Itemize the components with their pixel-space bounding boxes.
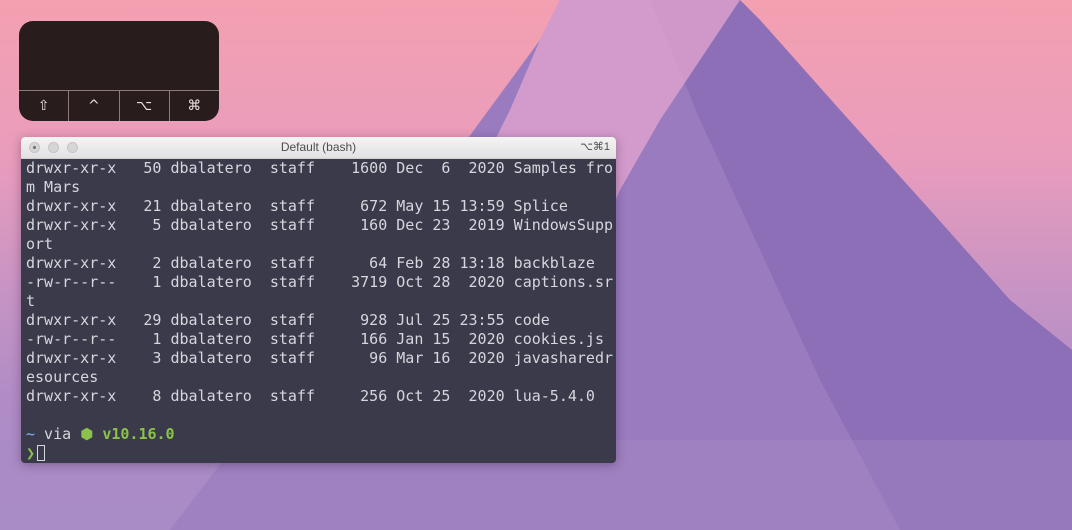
output-line: drwxr-xr-x 5 dbalatero staff 160 Dec 23 … xyxy=(26,216,613,234)
output-line: esources xyxy=(26,368,99,386)
nodejs-icon: ⬢ xyxy=(80,425,94,443)
terminal-window[interactable]: Default (bash) ⌥⌘1 drwxr-xr-x 50 dbalate… xyxy=(21,137,616,463)
prompt-directory: ~ xyxy=(26,425,36,443)
prompt-arrow-icon: ❯ xyxy=(26,444,36,462)
output-line: drwxr-xr-x 50 dbalatero staff 1600 Dec 6… xyxy=(26,159,613,177)
output-line: drwxr-xr-x 2 dbalatero staff 64 Feb 28 1… xyxy=(26,254,595,272)
keystroke-overlay: ⇧ ^ ⌥ ⌘ xyxy=(19,21,219,121)
shift-key-icon: ⇧ xyxy=(19,91,70,121)
output-line: m Mars xyxy=(26,178,81,196)
window-title: Default (bash) xyxy=(280,140,357,154)
prompt-via-text: via xyxy=(35,425,81,443)
control-key-icon: ^ xyxy=(69,91,120,121)
output-line: t xyxy=(26,292,36,310)
output-line: drwxr-xr-x 8 dbalatero staff 256 Oct 25 … xyxy=(26,387,595,405)
output-line: drwxr-xr-x 21 dbalatero staff 672 May 15… xyxy=(26,197,568,215)
window-shortcut: ⌥⌘1 xyxy=(580,141,610,153)
command-key-icon: ⌘ xyxy=(187,98,202,114)
output-line: ort xyxy=(26,235,54,253)
option-key-icon: ⌥ xyxy=(120,91,170,121)
output-line: drwxr-xr-x 29 dbalatero staff 928 Jul 25… xyxy=(26,311,550,329)
output-line: -rw-r--r-- 1 dbalatero staff 166 Jan 15 … xyxy=(26,330,604,348)
node-version: v10.16.0 xyxy=(102,425,175,443)
output-line: drwxr-xr-x 3 dbalatero staff 96 Mar 16 2… xyxy=(26,349,613,367)
modifier-key-row: ⇧ ^ ⌥ ⌘ xyxy=(19,90,219,121)
text-cursor[interactable] xyxy=(37,445,46,461)
terminal-output[interactable]: drwxr-xr-x 50 dbalatero staff 1600 Dec 6… xyxy=(26,159,613,463)
output-line: -rw-r--r-- 1 dbalatero staff 3719 Oct 28… xyxy=(26,273,613,291)
input-line[interactable]: ❯ xyxy=(26,444,612,463)
prompt-line: ~ via ⬢ v10.16.0 xyxy=(26,425,612,444)
terminal-titlebar[interactable]: Default (bash) ⌥⌘1 xyxy=(21,137,616,159)
